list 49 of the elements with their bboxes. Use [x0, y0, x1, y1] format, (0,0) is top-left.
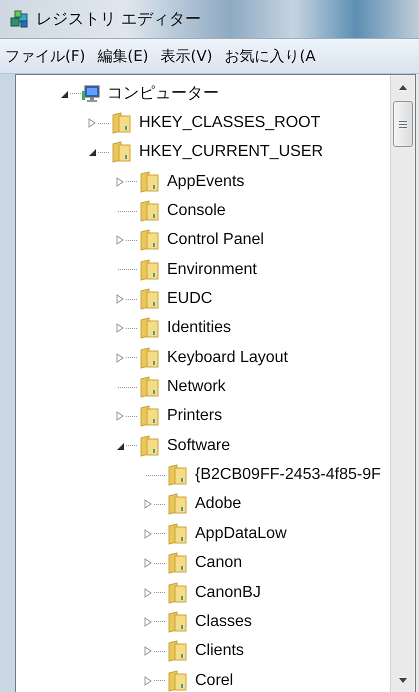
collapsed-arrow-icon[interactable] [116, 323, 124, 334]
scrollbar[interactable] [390, 75, 415, 692]
scroll-thumb[interactable] [393, 101, 413, 147]
collapsed-arrow-icon[interactable] [116, 176, 124, 187]
collapsed-arrow-icon[interactable] [144, 499, 152, 510]
tree-item[interactable]: Identities [167, 319, 232, 338]
expanded-arrow-icon[interactable] [88, 148, 96, 156]
collapsed-arrow-icon[interactable] [144, 676, 152, 686]
tree-item[interactable]: Software [167, 436, 230, 455]
tree-item[interactable]: EUDC [167, 290, 212, 308]
collapsed-arrow-icon[interactable] [116, 235, 124, 246]
tree-item[interactable]: Classes [195, 612, 252, 631]
tree-item[interactable]: Control Panel [167, 231, 264, 250]
tree-item[interactable]: Printers [167, 407, 222, 426]
expanded-arrow-icon[interactable] [60, 90, 68, 98]
tree-item[interactable]: Corel [195, 672, 234, 690]
collapsed-arrow-icon[interactable] [116, 411, 124, 422]
grip-icon [399, 120, 407, 128]
menu-item[interactable]: お気に入り(A [224, 44, 317, 68]
collapsed-arrow-icon[interactable] [144, 558, 152, 568]
menu-item[interactable]: 編集(E) [96, 44, 150, 68]
tree-item[interactable]: HKEY_CLASSES_ROOT [139, 114, 320, 132]
collapsed-arrow-icon[interactable] [144, 528, 152, 539]
collapsed-arrow-icon[interactable] [144, 588, 152, 598]
window-title: レジストリ エディター [36, 8, 202, 30]
collapsed-arrow-icon[interactable] [116, 352, 124, 363]
collapsed-arrow-icon[interactable] [144, 616, 152, 627]
tree-item[interactable]: Console [167, 202, 226, 220]
tree-item[interactable]: AppEvents [167, 172, 244, 191]
tree-item[interactable]: Adobe [195, 495, 242, 514]
tree-item[interactable]: {B2CB09FF-2453-4f85-9F [195, 466, 381, 484]
tree-item[interactable]: AppDataLow [195, 524, 287, 543]
tree-item[interactable]: コンピューター [107, 83, 219, 104]
tree-item[interactable]: Network [167, 378, 226, 396]
collapsed-arrow-icon[interactable] [144, 646, 152, 656]
tree-item[interactable]: CanonBJ [195, 584, 261, 602]
up-arrow-icon [399, 84, 407, 90]
tree-item[interactable]: HKEY_CURRENT_USER [139, 143, 324, 162]
menu-item[interactable]: ファイル(F) [4, 44, 86, 68]
tree-item[interactable]: Environment [167, 260, 257, 279]
cubes-icon [10, 10, 30, 28]
menu-item[interactable]: 表示(V) [160, 44, 214, 68]
tree-item[interactable]: Canon [195, 554, 242, 572]
expanded-arrow-icon[interactable] [116, 442, 124, 450]
down-arrow-icon [399, 678, 407, 682]
tree-item[interactable]: Keyboard Layout [167, 348, 288, 367]
collapsed-arrow-icon[interactable] [116, 294, 124, 304]
tree-item[interactable]: Clients [195, 642, 244, 660]
collapsed-arrow-icon[interactable] [88, 118, 96, 128]
